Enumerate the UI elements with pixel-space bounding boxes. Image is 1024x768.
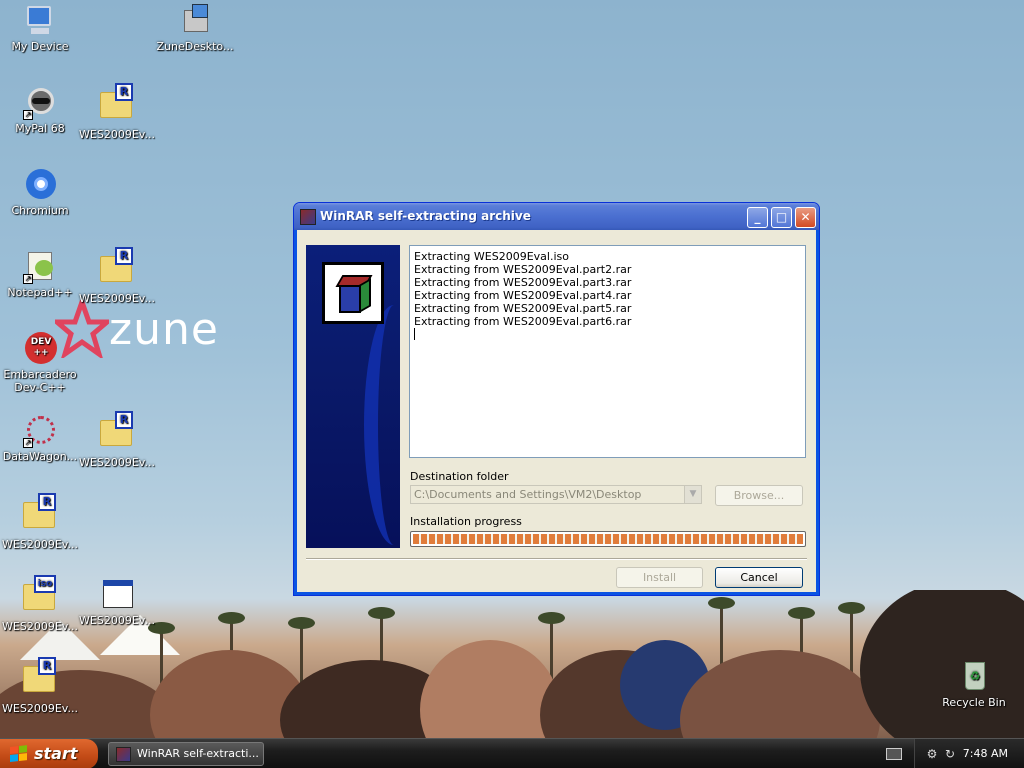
log-line: Extracting from WES2009Eval.part3.rar [414, 276, 632, 289]
log-line: Extracting from WES2009Eval.part6.rar [414, 315, 632, 328]
desktop-icon-wes2009-rar[interactable]: R WES2009Ev... [77, 247, 157, 305]
desktop-icon-label: My Device [11, 40, 69, 53]
desktop-icon-wes2009-rar[interactable]: R WES2009Ev... [77, 411, 157, 469]
desktop-icon-label: WES2009Ev... [79, 456, 155, 469]
window-titlebar[interactable]: WinRAR self-extracting archive _ □ ✕ [294, 203, 819, 230]
extraction-log[interactable]: Extracting WES2009Eval.iso Extracting fro… [409, 245, 806, 458]
sync-icon[interactable]: ↻ [943, 747, 957, 761]
rar-archive-icon: R [100, 247, 134, 290]
cancel-button[interactable]: Cancel [715, 567, 803, 588]
window-file-icon [100, 578, 134, 612]
desktop-icon-label: Embarcadero Dev-C++ [3, 368, 77, 394]
wallpaper-palm [288, 617, 315, 685]
desktop-icon-label: WES2009Ev... [79, 292, 155, 305]
desktop-icon-label: DataWagon... [2, 450, 78, 463]
taskbar: start WinRAR self-extracti... ⚙ ↻ 7:48 A… [0, 738, 1024, 768]
shortcut-arrow-icon: ↗ [23, 110, 33, 120]
desktop-icon-my-device[interactable]: My Device [0, 4, 80, 53]
desktop-icon-label: WES2009Ev... [79, 128, 155, 141]
mypal-icon: ↗ [23, 86, 57, 120]
network-icon[interactable]: ⚙ [925, 747, 939, 761]
close-button[interactable]: ✕ [795, 207, 816, 228]
desktop-icon-label: ZuneDeskto... [156, 40, 234, 53]
rar-archive-icon: R [23, 657, 57, 700]
taskbar-item-winrar[interactable]: WinRAR self-extracti... [108, 742, 264, 766]
installation-progress-label: Installation progress [410, 515, 522, 528]
desktop-icon-mypal[interactable]: ↗ MyPal 68 [0, 86, 80, 135]
desktop-icon-wes2009-iso[interactable]: iso WES2009Ev... [0, 575, 80, 633]
devcpp-icon: DEV ++ [23, 332, 57, 366]
rar-archive-icon: R [100, 411, 134, 454]
datawagon-icon: ↗ [23, 414, 57, 448]
winrar-icon [116, 747, 131, 762]
recycle-bin-icon: ♻ [957, 660, 991, 694]
log-line: Extracting WES2009Eval.iso [414, 250, 569, 263]
log-line: Extracting from WES2009Eval.part5.rar [414, 302, 632, 315]
system-tray: ⚙ ↻ 7:48 AM [914, 739, 1024, 768]
winrar-side-banner [306, 245, 400, 548]
desktop-icon-chromium[interactable]: Chromium [0, 168, 80, 217]
destination-folder-label: Destination folder [410, 470, 509, 483]
keyboard-icon[interactable] [886, 748, 902, 760]
minimize-button[interactable]: _ [747, 207, 768, 228]
chevron-down-icon[interactable]: ▼ [684, 486, 701, 503]
destination-folder-combobox[interactable]: C:\Documents and Settings\VM2\Desktop ▼ [410, 485, 702, 504]
desktop-icon-label: MyPal 68 [15, 122, 65, 135]
desktop-icon-label: WES2009Ev... [79, 614, 155, 627]
winrar-icon [300, 209, 316, 225]
destination-folder-value: C:\Documents and Settings\VM2\Desktop [414, 488, 642, 501]
window-title: WinRAR self-extracting archive [320, 209, 531, 223]
iso-file-icon: iso [23, 575, 57, 618]
desktop-icon-devcpp[interactable]: DEV ++ Embarcadero Dev-C++ [0, 332, 80, 394]
start-label: start [34, 744, 78, 763]
desktop-icon-zune-installer[interactable]: ZuneDeskto... [155, 4, 235, 53]
text-caret [414, 328, 801, 343]
my-device-icon [23, 4, 57, 38]
shortcut-arrow-icon: ↗ [23, 438, 33, 448]
windows-flag-icon [10, 745, 28, 763]
window-client-area: Extracting WES2009Eval.iso Extracting fro… [298, 230, 815, 591]
shortcut-arrow-icon: ↗ [23, 274, 33, 284]
log-line: Extracting from WES2009Eval.part4.rar [414, 289, 632, 302]
desktop-icon-label: WES2009Ev... [2, 620, 78, 633]
clock[interactable]: 7:48 AM [963, 747, 1008, 760]
wallpaper-crowd-blob [420, 640, 560, 740]
desktop-icon-wes2009-rar[interactable]: R WES2009Ev... [0, 657, 80, 715]
desktop-icon-label: Notepad++ [7, 286, 73, 299]
divider [306, 558, 807, 560]
desktop-icon-label: Recycle Bin [942, 696, 1006, 709]
desktop-icon-label: WES2009Ev... [2, 702, 78, 715]
winrar-logo-icon [322, 262, 384, 324]
desktop-icon-notepadpp[interactable]: ↗ Notepad++ [0, 250, 80, 299]
taskbar-item-label: WinRAR self-extracti... [137, 747, 259, 760]
log-line: Extracting from WES2009Eval.part2.rar [414, 263, 632, 276]
chromium-icon [23, 168, 57, 202]
zune-wordmark: zune [109, 304, 219, 355]
desktop-icon-recycle-bin[interactable]: ♻ Recycle Bin [934, 660, 1014, 709]
desktop-icon-wes2009-window[interactable]: WES2009Ev... [77, 578, 157, 627]
desktop-icon-datawagon[interactable]: ↗ DataWagon... [0, 414, 80, 463]
desktop-icon-label: Chromium [11, 204, 69, 217]
maximize-button[interactable]: □ [771, 207, 792, 228]
desktop-icon-wes2009-rar[interactable]: R WES2009Ev... [77, 83, 157, 141]
browse-button[interactable]: Browse... [715, 485, 803, 506]
rar-archive-icon: R [100, 83, 134, 126]
progress-fill [413, 534, 803, 544]
zune-installer-icon [178, 4, 212, 38]
notepadpp-icon: ↗ [23, 250, 57, 284]
install-button[interactable]: Install [616, 567, 703, 588]
installation-progress-bar [410, 531, 806, 547]
desktop-icon-wes2009-rar[interactable]: R WES2009Ev... [0, 493, 80, 551]
zune-logo: zune [50, 294, 225, 361]
rar-archive-icon: R [23, 493, 57, 536]
desktop-icon-label: WES2009Ev... [2, 538, 78, 551]
winrar-sfx-window: WinRAR self-extracting archive _ □ ✕ Ext… [293, 202, 820, 596]
start-button[interactable]: start [0, 739, 98, 768]
